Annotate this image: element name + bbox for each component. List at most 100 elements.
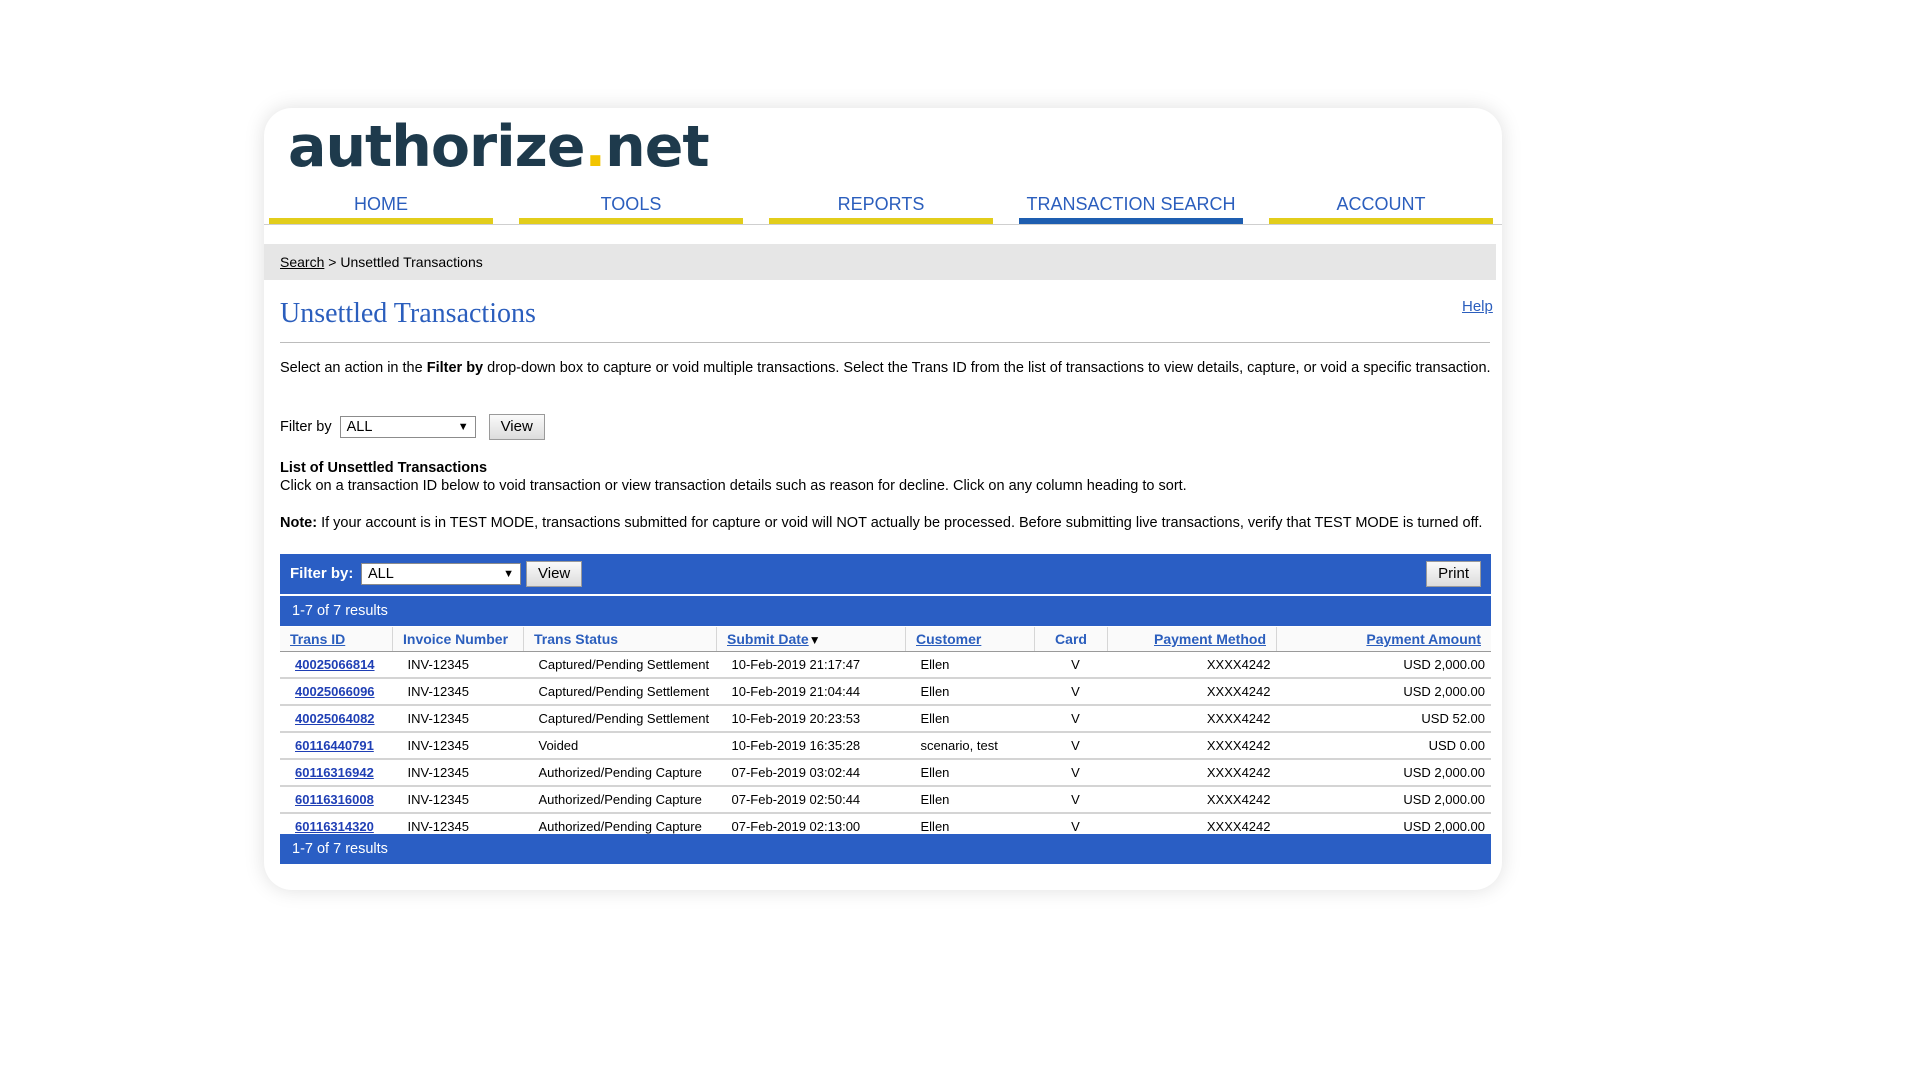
dropdown-arrow-icon: ▼ bbox=[503, 568, 514, 580]
payment-amount-cell: USD 52.00 bbox=[1276, 705, 1491, 733]
table-row: 60116316008 INV-12345 Authorized/Pending C… bbox=[280, 786, 1491, 814]
top-filter-value: ALL bbox=[346, 419, 373, 435]
note-label: Note: bbox=[280, 515, 318, 531]
trans-id-link[interactable]: 40025066814 bbox=[295, 657, 375, 672]
top-view-button[interactable]: View bbox=[488, 414, 545, 440]
table-filter-label: Filter by: bbox=[290, 565, 354, 582]
breadcrumb-search-link[interactable]: Search bbox=[280, 254, 324, 270]
submit-date-cell: 10-Feb-2019 16:35:28 bbox=[716, 732, 906, 760]
payment-amount-cell: USD 2,000.00 bbox=[1276, 786, 1491, 814]
table-filter-select[interactable]: ALL ▼ bbox=[361, 563, 521, 585]
print-button[interactable]: Print bbox=[1426, 561, 1481, 587]
logo-text-authorize: authorize bbox=[288, 114, 586, 180]
breadcrumb-separator: > bbox=[328, 254, 337, 270]
nav-home[interactable]: HOME bbox=[269, 190, 493, 224]
invoice-cell: INV-12345 bbox=[392, 705, 524, 733]
col-customer-link[interactable]: Customer bbox=[916, 631, 981, 647]
payment-method-cell: XXXX4242 bbox=[1107, 759, 1277, 787]
nav-transaction-search[interactable]: TRANSACTION SEARCH bbox=[1019, 190, 1243, 224]
col-submit-date-link[interactable]: Submit Date bbox=[727, 631, 809, 647]
card-cell: V bbox=[1034, 705, 1108, 733]
nav-account[interactable]: ACCOUNT bbox=[1269, 190, 1493, 224]
breadcrumb: Search > Unsettled Transactions bbox=[264, 244, 1496, 280]
status-cell: Authorized/Pending Capture bbox=[523, 759, 717, 787]
table-row: 60116316942 INV-12345 Authorized/Pending C… bbox=[280, 759, 1491, 787]
submit-date-cell: 07-Feb-2019 02:50:44 bbox=[716, 786, 906, 814]
col-payment-method-link[interactable]: Payment Method bbox=[1154, 631, 1266, 647]
col-payment-amount[interactable]: Payment Amount bbox=[1276, 627, 1491, 652]
card-cell: V bbox=[1034, 759, 1108, 787]
card-cell: V bbox=[1034, 651, 1108, 679]
results-count-bottom: 1-7 of 7 results bbox=[280, 834, 1491, 864]
invoice-cell: INV-12345 bbox=[392, 786, 524, 814]
status-cell: Authorized/Pending Capture bbox=[523, 786, 717, 814]
trans-id-link[interactable]: 60116314320 bbox=[295, 819, 374, 834]
intro-bold: Filter by bbox=[426, 360, 484, 376]
invoice-cell: INV-12345 bbox=[392, 651, 524, 679]
logo-text-net: net bbox=[605, 114, 709, 180]
trans-id-cell: 40025064082 bbox=[280, 705, 393, 733]
note-text: Note: If your account is in TEST MODE, t… bbox=[280, 514, 1495, 532]
payment-method-cell: XXXX4242 bbox=[1107, 705, 1277, 733]
title-divider bbox=[280, 342, 1490, 343]
status-cell: Captured/Pending Settlement bbox=[523, 705, 717, 733]
col-trans-status[interactable]: Trans Status bbox=[523, 627, 717, 652]
nav-tools[interactable]: TOOLS bbox=[519, 190, 743, 224]
nav-reports[interactable]: REPORTS bbox=[769, 190, 993, 224]
card-cell: V bbox=[1034, 732, 1108, 760]
main-nav: HOME TOOLS REPORTS TRANSACTION SEARCH AC… bbox=[269, 190, 1496, 224]
table-row: 40025064082 INV-12345 Captured/Pending Set… bbox=[280, 705, 1491, 733]
top-filter: Filter by ALL ▼ View bbox=[280, 414, 545, 440]
list-text: Click on a transaction ID below to void … bbox=[280, 478, 1187, 494]
payment-method-cell: XXXX4242 bbox=[1107, 678, 1277, 706]
trans-id-cell: 60116316942 bbox=[280, 759, 393, 787]
payment-method-cell: XXXX4242 bbox=[1107, 732, 1277, 760]
col-card[interactable]: Card bbox=[1034, 627, 1108, 652]
intro-text: Select an action in the Filter by drop-d… bbox=[280, 359, 1495, 377]
table-row: 40025066096 INV-12345 Captured/Pending Set… bbox=[280, 678, 1491, 706]
status-cell: Captured/Pending Settlement bbox=[523, 678, 717, 706]
table-row: 40025066814 INV-12345 Captured/Pending Set… bbox=[280, 651, 1491, 679]
top-filter-select[interactable]: ALL ▼ bbox=[339, 416, 476, 438]
customer-cell: scenario, test bbox=[905, 732, 1035, 760]
col-trans-id-link[interactable]: Trans ID bbox=[290, 631, 345, 647]
submit-date-cell: 10-Feb-2019 21:17:47 bbox=[716, 651, 906, 679]
payment-amount-cell: USD 2,000.00 bbox=[1276, 651, 1491, 679]
trans-id-cell: 60116440791 bbox=[280, 732, 393, 760]
dropdown-arrow-icon: ▼ bbox=[457, 421, 469, 433]
col-trans-id[interactable]: Trans ID bbox=[280, 627, 393, 652]
col-payment-method[interactable]: Payment Method bbox=[1107, 627, 1277, 652]
trans-id-link[interactable]: 60116316008 bbox=[295, 792, 374, 807]
table-toolbar: Filter by: ALL ▼ View Print bbox=[280, 554, 1491, 594]
customer-cell: Ellen bbox=[905, 786, 1035, 814]
card-cell: V bbox=[1034, 786, 1108, 814]
trans-id-link[interactable]: 40025066096 bbox=[295, 684, 375, 699]
payment-method-cell: XXXX4242 bbox=[1107, 651, 1277, 679]
col-submit-date[interactable]: Submit Date▼ bbox=[716, 627, 906, 652]
card-cell: V bbox=[1034, 678, 1108, 706]
trans-id-link[interactable]: 60116440791 bbox=[295, 738, 374, 753]
trans-id-cell: 60116316008 bbox=[280, 786, 393, 814]
list-section: List of Unsettled Transactions Click on … bbox=[280, 459, 1495, 495]
col-invoice-number[interactable]: Invoice Number bbox=[392, 627, 524, 652]
submit-date-cell: 10-Feb-2019 20:23:53 bbox=[716, 705, 906, 733]
invoice-cell: INV-12345 bbox=[392, 759, 524, 787]
authorize-net-logo[interactable]: authorize.net bbox=[288, 112, 710, 182]
trans-id-link[interactable]: 40025064082 bbox=[295, 711, 375, 726]
col-payment-amount-link[interactable]: Payment Amount bbox=[1366, 631, 1481, 647]
breadcrumb-current: Unsettled Transactions bbox=[340, 254, 483, 270]
logo-dot: . bbox=[584, 114, 607, 180]
payment-amount-cell: USD 0.00 bbox=[1276, 732, 1491, 760]
note-body: If your account is in TEST MODE, transac… bbox=[317, 515, 1483, 531]
trans-id-link[interactable]: 60116316942 bbox=[295, 765, 374, 780]
intro-post: drop-down box to capture or void multipl… bbox=[483, 360, 1491, 376]
customer-cell: Ellen bbox=[905, 678, 1035, 706]
help-link[interactable]: Help bbox=[1462, 298, 1493, 315]
invoice-cell: INV-12345 bbox=[392, 678, 524, 706]
transactions-table: Trans ID Invoice Number Trans Status Sub… bbox=[280, 627, 1491, 841]
status-cell: Captured/Pending Settlement bbox=[523, 651, 717, 679]
payment-amount-cell: USD 2,000.00 bbox=[1276, 678, 1491, 706]
table-view-button[interactable]: View bbox=[526, 561, 583, 587]
table-header-row: Trans ID Invoice Number Trans Status Sub… bbox=[280, 627, 1491, 652]
col-customer[interactable]: Customer bbox=[905, 627, 1035, 652]
